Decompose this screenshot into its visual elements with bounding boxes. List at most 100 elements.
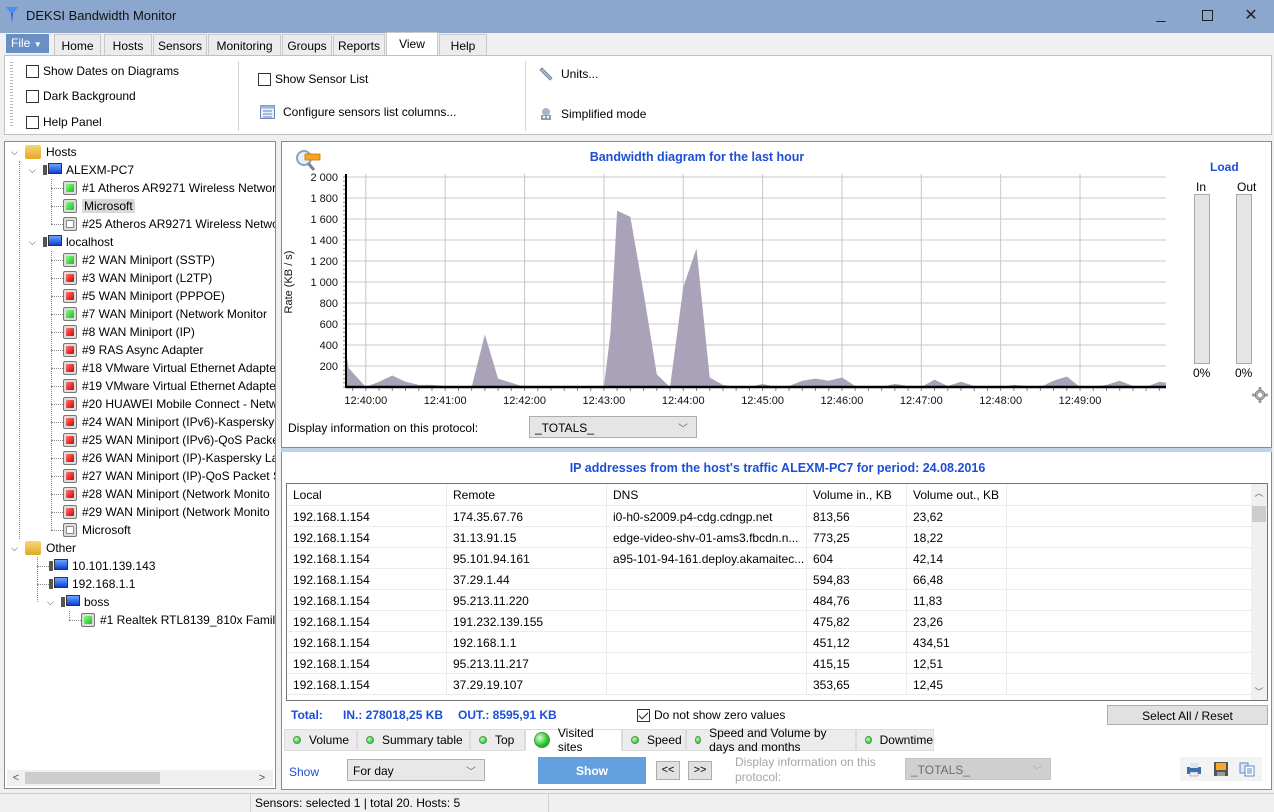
period-select[interactable]: For day﹀	[347, 759, 485, 781]
tree-node-sensor[interactable]: #27 WAN Miniport (IP)-QoS Packet S	[63, 467, 276, 485]
simplified-mode-button[interactable]: Simplified mode	[539, 107, 646, 121]
tree-node-host[interactable]: 10.101.139.143	[49, 557, 155, 575]
tree-node-host[interactable]: ⌵boss	[47, 593, 109, 611]
table-vertical-scrollbar[interactable]: ︿ ﹀	[1251, 484, 1267, 700]
expand-chevron-icon[interactable]: ⌵	[29, 165, 39, 175]
expand-chevron-icon[interactable]: ⌵	[11, 543, 21, 553]
table-row[interactable]: 192.168.1.15437.29.1.44594,8366,48	[287, 569, 1253, 590]
tree-node-sensor[interactable]: #28 WAN Miniport (Network Monito	[63, 485, 270, 503]
table-row[interactable]: 192.168.1.154191.232.139.155475,8223,26	[287, 611, 1253, 632]
status-dot-icon	[865, 736, 872, 744]
table-cell: 594,83	[807, 569, 907, 590]
report-tab[interactable]: Volume	[284, 729, 357, 751]
scroll-left-icon[interactable]: <	[9, 770, 23, 786]
scrollbar-thumb[interactable]	[25, 772, 160, 784]
tree-node-sensor[interactable]: #25 WAN Miniport (IPv6)-QoS Packe	[63, 431, 276, 449]
tab-hosts[interactable]: Hosts	[104, 34, 152, 55]
tree-node-sensor[interactable]: Microsoft	[63, 197, 135, 215]
select-all-reset-button[interactable]: Select All / Reset	[1107, 705, 1268, 725]
previous-period-button[interactable]: <<	[656, 761, 680, 780]
show-dates-checkbox[interactable]: Show Dates on Diagrams	[26, 64, 179, 78]
column-header[interactable]: Remote	[447, 484, 607, 506]
tree-node-sensor[interactable]: #3 WAN Miniport (L2TP)	[63, 269, 212, 287]
table-row[interactable]: 192.168.1.154174.35.67.76i0-h0-s2009.p4-…	[287, 506, 1253, 527]
configure-columns-button[interactable]: Configure sensors list columns...	[260, 105, 456, 119]
x-tick-label: 12:44:00	[662, 395, 705, 407]
table-row[interactable]: 192.168.1.15495.101.94.161a95-101-94-161…	[287, 548, 1253, 569]
tab-home[interactable]: Home	[54, 34, 101, 55]
tree-node-host[interactable]: 192.168.1.1	[49, 575, 135, 593]
tree-node-sensor[interactable]: #5 WAN Miniport (PPPOE)	[63, 287, 225, 305]
save-icon[interactable]	[1213, 761, 1229, 777]
scroll-up-icon[interactable]: ︿	[1251, 486, 1267, 499]
scroll-right-icon[interactable]: >	[255, 770, 269, 786]
expand-chevron-icon[interactable]: ⌵	[47, 597, 57, 607]
table-row[interactable]: 192.168.1.15495.213.11.217415,1512,51	[287, 653, 1253, 674]
sensor-status-red-icon	[63, 433, 77, 447]
expand-chevron-icon[interactable]: ⌵	[11, 147, 21, 157]
report-tab[interactable]: Summary table	[357, 729, 470, 751]
tab-monitoring[interactable]: Monitoring	[208, 34, 281, 55]
tree-node-host[interactable]: ⌵localhost	[29, 233, 113, 251]
table-row[interactable]: 192.168.1.15437.29.19.107353,6512,45	[287, 674, 1253, 695]
tree-node-sensor[interactable]: #2 WAN Miniport (SSTP)	[63, 251, 215, 269]
tree-node-sensor[interactable]: #25 Atheros AR9271 Wireless Netwo	[63, 215, 276, 233]
tree-node-sensor[interactable]: #9 RAS Async Adapter	[63, 341, 203, 359]
tree-node-sensor[interactable]: #8 WAN Miniport (IP)	[63, 323, 195, 341]
tree-node-sensor[interactable]: #7 WAN Miniport (Network Monitor	[63, 305, 267, 323]
maximize-button[interactable]	[1184, 0, 1230, 30]
tree-node-other[interactable]: ⌵Other	[11, 539, 76, 557]
bandwidth-chart-panel: Bandwidth diagram for the last hour 2004…	[281, 141, 1272, 448]
column-header[interactable]: DNS	[607, 484, 807, 506]
table-row[interactable]: 192.168.1.15495.213.11.220484,7611,83	[287, 590, 1253, 611]
tree-node-sensor[interactable]: #24 WAN Miniport (IPv6)-Kaspersky	[63, 413, 274, 431]
tree-node-hosts[interactable]: ⌵Hosts	[11, 143, 77, 161]
table-row[interactable]: 192.168.1.15431.13.91.15edge-video-shv-0…	[287, 527, 1253, 548]
tree-node-sensor[interactable]: #1 Realtek RTL8139_810x Family I	[81, 611, 276, 629]
column-header[interactable]: Volume out., KB	[907, 484, 1007, 506]
report-tab[interactable]: Speed and Volume by days and months	[686, 729, 856, 751]
protocol-select[interactable]: _TOTALS_﹀	[529, 416, 697, 438]
report-tab[interactable]: Visited sites	[525, 729, 622, 751]
tree-node-host[interactable]: ⌵ALEXM-PC7	[29, 161, 134, 179]
file-menu-button[interactable]: File ▼	[6, 34, 49, 53]
tab-reports[interactable]: Reports	[333, 34, 385, 55]
minimize-button[interactable]: _	[1138, 0, 1184, 30]
tab-groups[interactable]: Groups	[282, 34, 332, 55]
dark-background-checkbox[interactable]: Dark Background	[26, 89, 136, 103]
report-tab[interactable]: Downtime	[856, 729, 934, 751]
report-tab[interactable]: Speed	[622, 729, 686, 751]
next-period-button[interactable]: >>	[688, 761, 712, 780]
print-icon[interactable]	[1186, 761, 1202, 777]
column-header[interactable]: Volume in., KB	[807, 484, 907, 506]
show-sensor-list-checkbox[interactable]: Show Sensor List	[258, 72, 368, 86]
tree-node-sensor[interactable]: #29 WAN Miniport (Network Monito	[63, 503, 270, 521]
scroll-down-icon[interactable]: ﹀	[1251, 685, 1267, 698]
settings-gear-icon[interactable]	[1252, 387, 1268, 403]
tab-help[interactable]: Help	[439, 34, 487, 55]
report-tab[interactable]: Top	[470, 729, 525, 751]
scrollbar-thumb[interactable]	[1252, 506, 1266, 522]
tab-view[interactable]: View	[386, 32, 438, 56]
tree-node-sensor[interactable]: #19 VMware Virtual Ethernet Adapte	[63, 377, 276, 395]
table-cell: 192.168.1.154	[287, 611, 447, 632]
help-panel-checkbox[interactable]: Help Panel	[26, 115, 102, 129]
ribbon-separator	[525, 61, 526, 131]
tree-node-sensor[interactable]: #26 WAN Miniport (IP)-Kaspersky La	[63, 449, 276, 467]
close-button[interactable]: ✕	[1228, 0, 1274, 30]
ribbon-separator	[238, 61, 239, 131]
table-row[interactable]: 192.168.1.154192.168.1.1451,12434,51	[287, 632, 1253, 653]
expand-chevron-icon[interactable]: ⌵	[29, 237, 39, 247]
column-header[interactable]: Local	[287, 484, 447, 506]
hide-zero-values-checkbox[interactable]: Do not show zero values	[637, 708, 785, 722]
tree-horizontal-scrollbar[interactable]: < >	[7, 770, 273, 786]
tree-node-sensor[interactable]: Microsoft	[63, 521, 131, 539]
units-button[interactable]: Units...	[539, 67, 598, 81]
tree-node-sensor[interactable]: #18 VMware Virtual Ethernet Adapte	[63, 359, 276, 377]
copy-icon[interactable]	[1239, 761, 1255, 777]
tree-node-sensor[interactable]: #1 Atheros AR9271 Wireless Network	[63, 179, 276, 197]
tab-sensors[interactable]: Sensors	[153, 34, 207, 55]
show-button[interactable]: Show	[538, 757, 646, 784]
tree-node-sensor[interactable]: #20 HUAWEI Mobile Connect - Netw	[63, 395, 276, 413]
bottom-protocol-select[interactable]: _TOTALS_﹀	[905, 758, 1051, 780]
